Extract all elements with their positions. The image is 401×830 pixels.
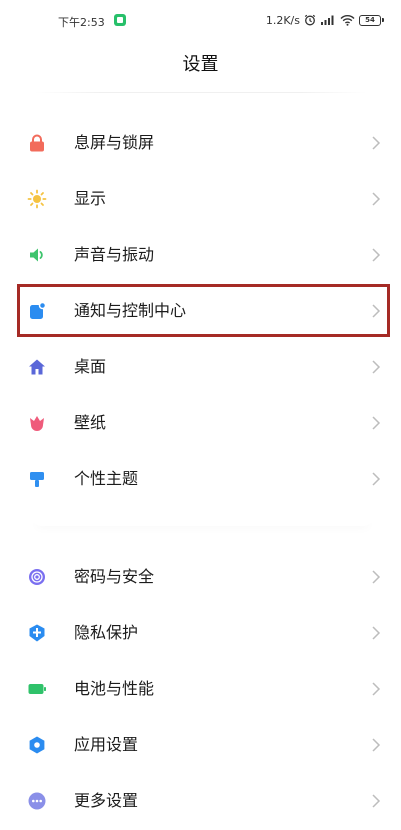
home-icon [27, 357, 47, 377]
battery-icon [27, 679, 47, 699]
chevron-right-icon [371, 471, 381, 487]
settings-item-label: 显示 [74, 189, 107, 208]
chevron-right-icon [371, 625, 381, 641]
more-icon [27, 791, 47, 811]
chevron-right-icon [371, 247, 381, 263]
settings-item-app-settings[interactable]: 应用设置 [0, 718, 401, 774]
app-notification-icon [114, 14, 126, 26]
settings-item-themes[interactable]: 个性主题 [0, 452, 401, 508]
settings-item-label: 通知与控制中心 [74, 301, 187, 320]
chevron-right-icon [371, 415, 381, 431]
status-indicators: 1.2K/s 54 [265, 13, 384, 27]
settings-item-label: 个性主题 [74, 469, 139, 488]
settings-item-label: 息屏与锁屏 [74, 133, 155, 152]
privacy-icon [27, 623, 47, 643]
settings-item-label: 电池与性能 [74, 679, 155, 698]
wifi-icon [340, 15, 355, 26]
page-title: 设置 [182, 54, 219, 75]
chevron-right-icon [371, 681, 381, 697]
chevron-right-icon [371, 303, 381, 319]
settings-item-privacy[interactable]: 隐私保护 [0, 606, 401, 662]
settings-item-sound[interactable]: 声音与振动 [0, 228, 401, 284]
settings-item-wallpaper[interactable]: 壁纸 [0, 396, 401, 452]
settings-item-label: 桌面 [74, 357, 107, 376]
chevron-right-icon [371, 359, 381, 375]
battery-indicator: 54 [359, 14, 384, 26]
settings-item-more-settings[interactable]: 更多设置 [0, 774, 401, 830]
chevron-right-icon [371, 737, 381, 753]
cellular-signal-icon [321, 15, 334, 25]
settings-item-label: 更多设置 [74, 791, 139, 810]
settings-item-password-security[interactable]: 密码与安全 [0, 550, 401, 606]
fingerprint-icon [27, 567, 47, 587]
settings-item-battery[interactable]: 电池与性能 [0, 662, 401, 718]
settings-group-2: 密码与安全 隐私保护 电池与性能 应用设置 更多设置 [0, 550, 401, 830]
settings-item-notifications[interactable]: 通知与控制中心 [0, 284, 401, 340]
notification-icon [27, 301, 47, 321]
settings-item-label: 密码与安全 [74, 567, 155, 586]
settings-item-desktop[interactable]: 桌面 [0, 340, 401, 396]
chevron-right-icon [371, 793, 381, 809]
status-time: 下午2:53 [58, 16, 105, 29]
sun-icon [27, 189, 47, 209]
settings-item-label: 壁纸 [74, 413, 107, 432]
settings-item-display[interactable]: 显示 [0, 172, 401, 228]
settings-item-label: 隐私保护 [74, 623, 139, 642]
chevron-right-icon [371, 569, 381, 585]
lock-icon [27, 133, 47, 153]
network-speed: 1.2K/s [265, 13, 300, 27]
settings-group-1: 息屏与锁屏 显示 声音与振动 通知与控制中心 桌面 壁纸 个性主题 [0, 116, 401, 508]
settings-item-label: 声音与振动 [74, 245, 155, 264]
settings-item-lock-screen[interactable]: 息屏与锁屏 [0, 116, 401, 172]
alarm-icon [304, 14, 316, 26]
status-bar: 下午2:53 1.2K/s 54 [0, 0, 401, 44]
speaker-icon [27, 245, 47, 265]
chevron-right-icon [371, 191, 381, 207]
settings-item-label: 应用设置 [74, 735, 139, 754]
brush-icon [27, 469, 47, 489]
app-gear-icon [27, 735, 47, 755]
chevron-right-icon [371, 135, 381, 151]
tulip-icon [27, 413, 47, 433]
divider [34, 92, 367, 93]
group-separator [30, 510, 375, 526]
